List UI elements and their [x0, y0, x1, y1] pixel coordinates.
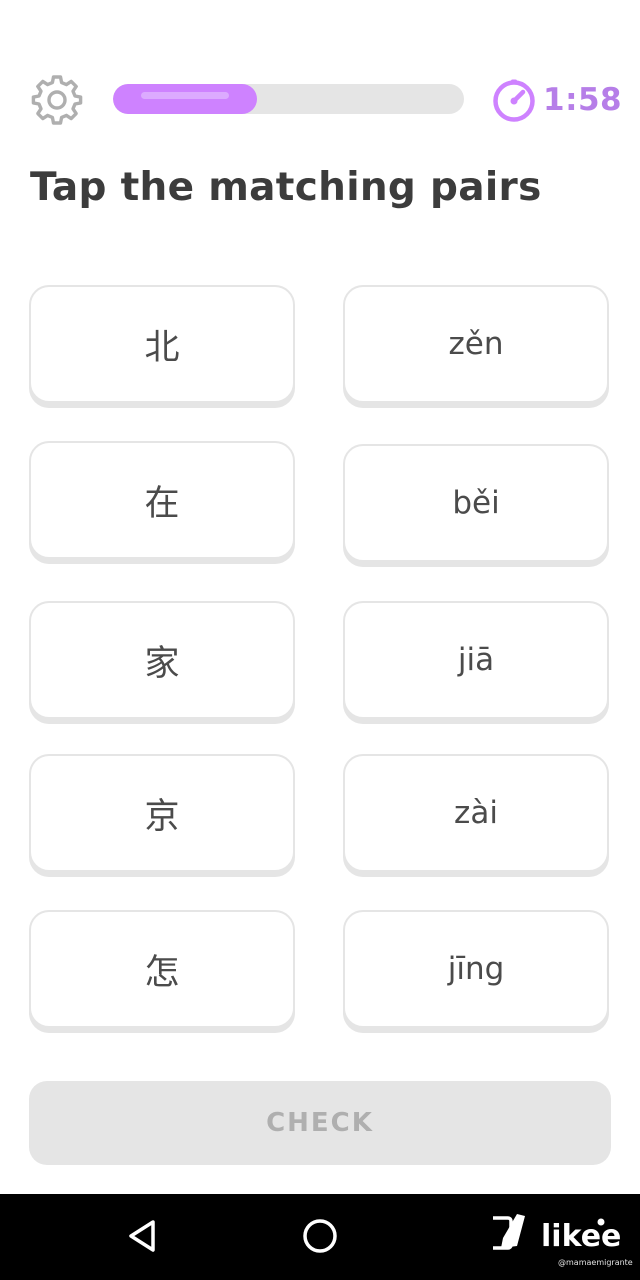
pinyin-tile-2[interactable]: běi: [343, 444, 609, 562]
pinyin-tile-1[interactable]: zěn: [343, 285, 609, 403]
pinyin-tile-5[interactable]: jīng: [343, 910, 609, 1028]
settings-gear-icon[interactable]: [31, 74, 83, 126]
watermark-handle: @mamaemigrante: [558, 1258, 633, 1267]
progress-fill: [113, 84, 257, 114]
hanzi-tile-4[interactable]: 京: [29, 754, 295, 872]
stopwatch-icon: [493, 79, 535, 122]
hanzi-tile-1[interactable]: 北: [29, 285, 295, 403]
hanzi-tile-3[interactable]: 家: [29, 601, 295, 719]
hanzi-tile-5[interactable]: 怎: [29, 910, 295, 1028]
svg-text:likee: likee: [541, 1219, 621, 1254]
exercise-instruction: Tap the matching pairs: [30, 165, 542, 210]
timer-countdown: 1:58: [543, 82, 623, 118]
pinyin-tile-3[interactable]: jiā: [343, 601, 609, 719]
hanzi-tile-2[interactable]: 在: [29, 441, 295, 559]
progress-highlight: [141, 92, 229, 99]
back-triangle-icon[interactable]: [119, 1212, 167, 1260]
home-circle-icon[interactable]: [296, 1212, 344, 1260]
pinyin-tile-4[interactable]: zài: [343, 754, 609, 872]
likee-logo-icon: likee: [493, 1214, 621, 1254]
lesson-progress-bar: [113, 84, 464, 114]
system-navigation-bar: likee @mamaemigrante: [0, 1194, 640, 1280]
check-button[interactable]: CHECK: [29, 1081, 611, 1165]
